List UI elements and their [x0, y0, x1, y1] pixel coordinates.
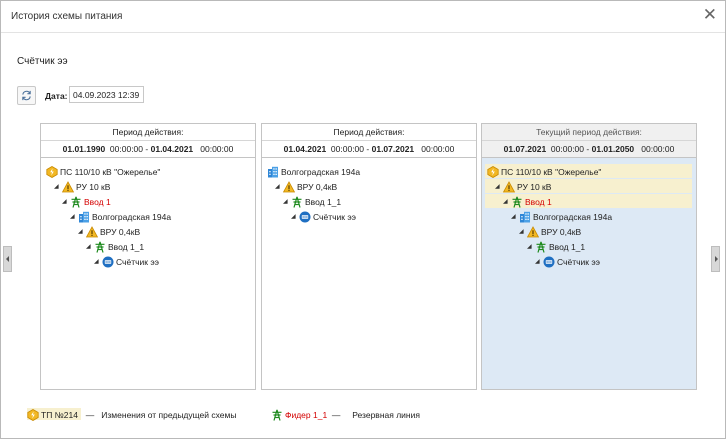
building-icon	[267, 166, 279, 178]
tree-node-label: Ввод 1_1	[305, 196, 342, 207]
meter-icon	[299, 211, 311, 223]
tree-node[interactable]: ◢ Ввод 1_1	[283, 194, 341, 208]
tree-node-label: Счётчик ээ	[557, 256, 601, 267]
tree-node[interactable]: ◢ Счётчик ээ	[535, 254, 600, 268]
tree-node-label: РУ 10 кВ	[517, 181, 552, 192]
tree-node[interactable]: ◢ Счётчик ээ	[291, 209, 356, 223]
tree-node-label: Ввод 1	[84, 196, 111, 207]
expand-toggle-icon[interactable]: ◢	[503, 195, 511, 209]
expand-toggle-icon[interactable]: ◢	[86, 240, 94, 254]
expand-toggle-icon[interactable]: ◢	[78, 225, 86, 239]
expand-toggle-icon[interactable]: ◢	[495, 180, 503, 194]
expand-toggle-icon[interactable]: ◢	[94, 255, 102, 269]
period-heading: Период действия:	[41, 124, 255, 141]
tree-node-label: Ввод 1	[525, 196, 552, 207]
pylon-icon	[271, 409, 283, 421]
period-range: 01.07.2021 00:00:00 - 01.01.2050 00:00:0…	[482, 141, 696, 158]
tree-node[interactable]: ◢ ВРУ 0,4кВ	[78, 224, 140, 238]
refresh-icon	[22, 90, 31, 101]
legend-changed-chip: ТП №214	[27, 408, 81, 422]
period-range: 01.04.2021 00:00:00 - 01.07.2021 00:00:0…	[262, 141, 476, 158]
dialog-titlebar: История схемы питания ✕	[1, 1, 725, 33]
expand-toggle-icon[interactable]: ◢	[54, 180, 62, 194]
warning-triangle-icon	[527, 225, 539, 238]
tree-node[interactable]: ◢ Счётчик ээ	[94, 254, 159, 268]
current-period-panel: Текущий период действия: 01.07.2021 00:0…	[481, 123, 697, 390]
warning-triangle-icon	[283, 180, 295, 193]
tree-node-label: Волгоградская 194а	[533, 211, 613, 222]
expand-toggle-icon[interactable]: ◢	[70, 210, 78, 224]
substation-icon	[27, 409, 39, 422]
period-panel: Период действия: 01.01.1990 00:00:00 - 0…	[40, 123, 256, 390]
tree-node-label: Ввод 1_1	[549, 241, 586, 252]
tree-node-label: ВРУ 0,4кВ	[541, 226, 582, 237]
pylon-icon	[70, 196, 82, 208]
tree-node[interactable]: ◢ Ввод 1	[503, 194, 552, 208]
legend-changed-text: Изменения от предыдущей схемы	[101, 409, 237, 420]
close-icon[interactable]: ✕	[703, 5, 717, 25]
legend-reserve-text: Резервная линия	[352, 409, 420, 420]
date-field[interactable]	[69, 86, 144, 103]
legend-reserve: Фидер 1_1 — Резервная линия	[271, 408, 420, 421]
legend-reserve-example: Фидер 1_1	[285, 409, 328, 420]
tree-node[interactable]: ПС 110/10 кВ "Ожерелье"	[487, 164, 601, 178]
tree-node-label: Счётчик ээ	[116, 256, 160, 267]
period-panel: Период действия: 01.04.2021 00:00:00 - 0…	[261, 123, 477, 390]
date-label: Дата:	[45, 91, 68, 101]
tree-node[interactable]: ◢ ВРУ 0,4кВ	[519, 224, 581, 238]
legend-changed: ТП №214 — Изменения от предыдущей схемы	[27, 408, 237, 422]
expand-toggle-icon[interactable]: ◢	[511, 210, 519, 224]
expand-toggle-icon[interactable]: ◢	[519, 225, 527, 239]
building-icon	[519, 211, 531, 223]
chevron-left-icon	[6, 256, 9, 262]
pylon-icon	[94, 241, 106, 253]
dialog-title: История схемы питания	[11, 11, 123, 22]
period-heading: Текущий период действия:	[482, 124, 696, 141]
period-range: 01.01.1990 00:00:00 - 01.04.2021 00:00:0…	[41, 141, 255, 158]
chevron-right-icon	[715, 256, 718, 262]
tree-node-label: РУ 10 кВ	[76, 181, 111, 192]
pylon-icon	[511, 196, 523, 208]
expand-toggle-icon[interactable]: ◢	[62, 195, 70, 209]
tree-node-label: ПС 110/10 кВ "Ожерелье"	[501, 166, 602, 177]
expand-toggle-icon[interactable]: ◢	[535, 255, 543, 269]
tree-node-label: Счётчик ээ	[313, 211, 357, 222]
tree-node[interactable]: ◢ РУ 10 кВ	[495, 179, 551, 193]
tree-node[interactable]: ◢ ВРУ 0,4кВ	[275, 179, 337, 193]
tree-node[interactable]: Волгоградская 194а	[267, 164, 360, 178]
tree-node-label: ВРУ 0,4кВ	[297, 181, 338, 192]
period-heading: Период действия:	[262, 124, 476, 141]
object-title: Счётчик ээ	[17, 56, 68, 67]
tree-node[interactable]: ◢ Ввод 1	[62, 194, 111, 208]
warning-triangle-icon	[86, 225, 98, 238]
tree-node-label: Ввод 1_1	[108, 241, 145, 252]
substation-icon	[487, 165, 499, 178]
tree-node[interactable]: ◢ Ввод 1_1	[527, 239, 585, 253]
expand-toggle-icon[interactable]: ◢	[275, 180, 283, 194]
tree-node[interactable]: ◢ Волгоградская 194а	[70, 209, 171, 223]
expand-toggle-icon[interactable]: ◢	[527, 240, 535, 254]
tree-node[interactable]: ◢ Волгоградская 194а	[511, 209, 612, 223]
substation-icon	[46, 165, 58, 178]
tree-node-label: ВРУ 0,4кВ	[100, 226, 141, 237]
prev-period-button[interactable]	[3, 246, 12, 272]
warning-triangle-icon	[503, 180, 515, 193]
refresh-button[interactable]	[17, 86, 36, 105]
expand-toggle-icon[interactable]: ◢	[283, 195, 291, 209]
tree-node[interactable]: ПС 110/10 кВ "Ожерелье"	[46, 164, 160, 178]
meter-icon	[102, 256, 114, 268]
tree-node-label: Волгоградская 194а	[92, 211, 172, 222]
next-period-button[interactable]	[711, 246, 720, 272]
history-dialog: История схемы питания ✕ Счётчик ээ Дата:…	[0, 0, 726, 439]
tree-node[interactable]: ◢ РУ 10 кВ	[54, 179, 110, 193]
meter-icon	[543, 256, 555, 268]
pylon-icon	[291, 196, 303, 208]
warning-triangle-icon	[62, 180, 74, 193]
pylon-icon	[535, 241, 547, 253]
tree-node[interactable]: ◢ Ввод 1_1	[86, 239, 144, 253]
tree-node-label: Волгоградская 194а	[281, 166, 361, 177]
building-icon	[78, 211, 90, 223]
expand-toggle-icon[interactable]: ◢	[291, 210, 299, 224]
tree-node-label: ПС 110/10 кВ "Ожерелье"	[60, 166, 161, 177]
